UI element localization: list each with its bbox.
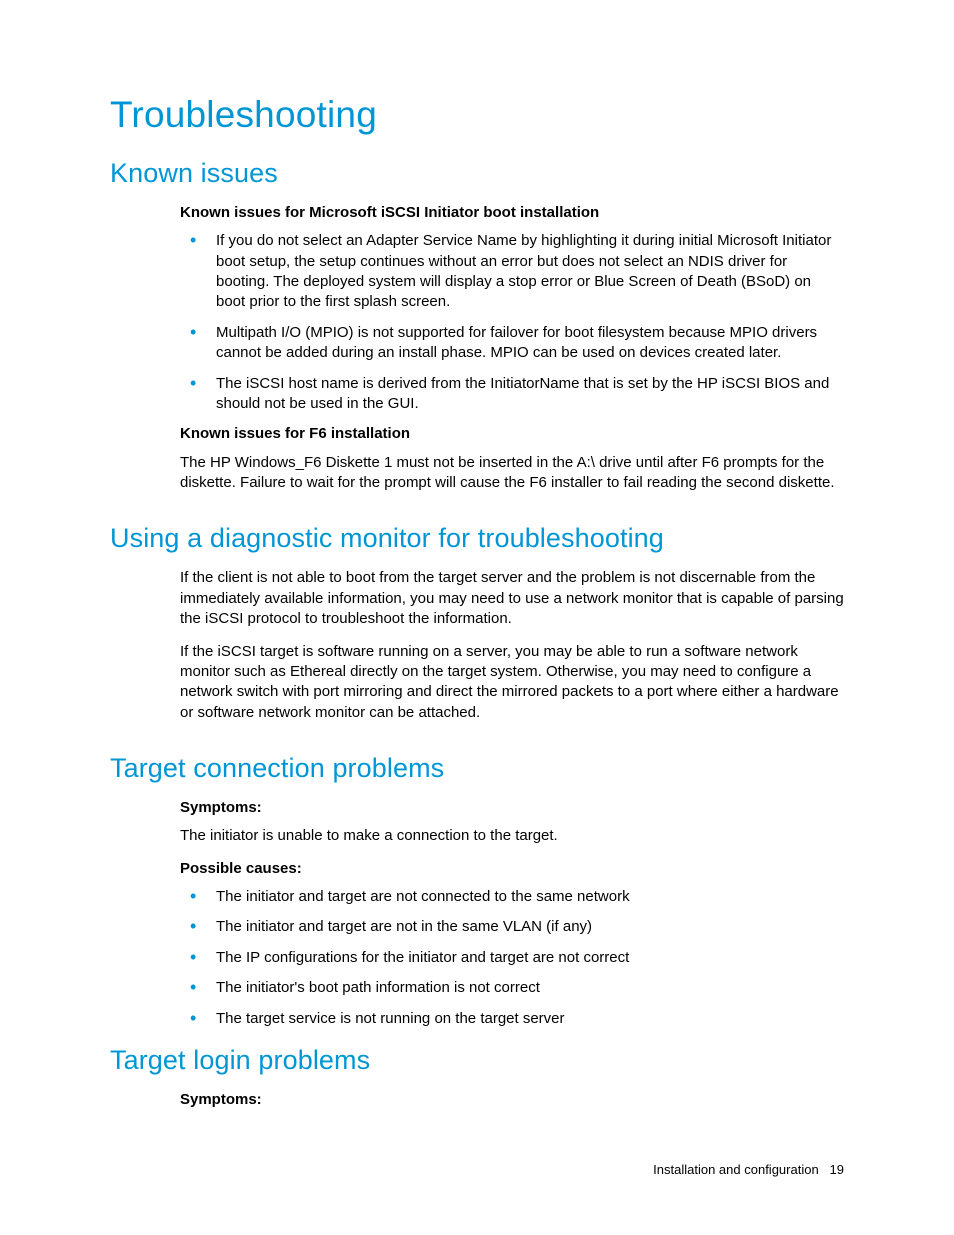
list-item: The iSCSI host name is derived from the … bbox=[180, 374, 844, 415]
paragraph: If the iSCSI target is software running … bbox=[180, 642, 844, 724]
page-footer: Installation and configuration 19 bbox=[653, 1162, 844, 1177]
list-item: The initiator's boot path information is… bbox=[180, 978, 844, 998]
symptoms-label: Symptoms: bbox=[180, 1090, 844, 1110]
footer-page-number: 19 bbox=[830, 1162, 844, 1177]
section-heading-connection: Target connection problems bbox=[110, 753, 844, 784]
list-item: The target service is not running on the… bbox=[180, 1009, 844, 1029]
section-heading-login: Target login problems bbox=[110, 1045, 844, 1076]
connection-body: Symptoms: The initiator is unable to mak… bbox=[180, 798, 844, 1029]
list-item: The initiator and target are not connect… bbox=[180, 887, 844, 907]
diagnostic-body: If the client is not able to boot from t… bbox=[180, 568, 844, 723]
symptoms-label: Symptoms: bbox=[180, 798, 844, 818]
symptoms-text: The initiator is unable to make a connec… bbox=[180, 826, 844, 846]
list-item: Multipath I/O (MPIO) is not supported fo… bbox=[180, 323, 844, 364]
causes-label: Possible causes: bbox=[180, 859, 844, 879]
paragraph: The HP Windows_F6 Diskette 1 must not be… bbox=[180, 453, 844, 494]
page-title: Troubleshooting bbox=[110, 94, 844, 136]
subheading-f6: Known issues for F6 installation bbox=[180, 424, 844, 444]
paragraph: If the client is not able to boot from t… bbox=[180, 568, 844, 629]
list-item: The initiator and target are not in the … bbox=[180, 917, 844, 937]
subheading-ms-iscsi: Known issues for Microsoft iSCSI Initiat… bbox=[180, 203, 844, 223]
known-issues-body: Known issues for Microsoft iSCSI Initiat… bbox=[180, 203, 844, 493]
document-page: Troubleshooting Known issues Known issue… bbox=[0, 0, 954, 1235]
section-heading-known-issues: Known issues bbox=[110, 158, 844, 189]
causes-list: The initiator and target are not connect… bbox=[180, 887, 844, 1029]
section-heading-diagnostic: Using a diagnostic monitor for troublesh… bbox=[110, 523, 844, 554]
list-item: The IP configurations for the initiator … bbox=[180, 948, 844, 968]
login-body: Symptoms: bbox=[180, 1090, 844, 1110]
known-issues-list-1: If you do not select an Adapter Service … bbox=[180, 231, 844, 414]
list-item: If you do not select an Adapter Service … bbox=[180, 231, 844, 313]
footer-text: Installation and configuration bbox=[653, 1162, 819, 1177]
